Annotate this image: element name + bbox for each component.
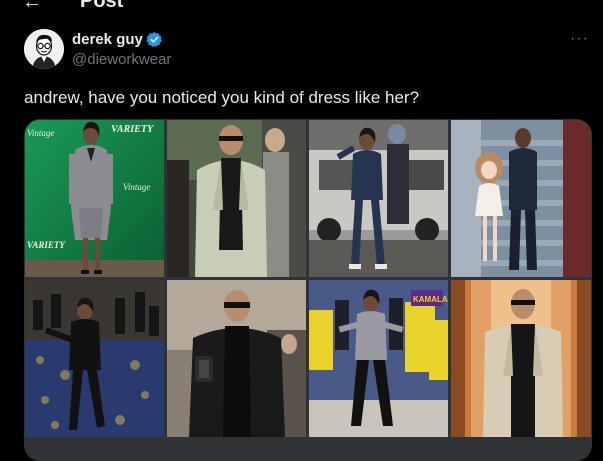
media-image-6[interactable] bbox=[167, 280, 306, 437]
media-grid[interactable]: Vintage VARIETY Vintage VARIETY KAMALA bbox=[24, 119, 592, 461]
page-title: Post bbox=[80, 0, 124, 12]
media-image-4[interactable] bbox=[451, 120, 591, 277]
tile1-text-vintage: Vintage bbox=[27, 128, 54, 138]
verified-badge-icon bbox=[146, 31, 163, 48]
more-options-icon[interactable]: ··· bbox=[570, 30, 589, 48]
media-image-3[interactable] bbox=[309, 120, 448, 277]
media-image-5[interactable] bbox=[25, 280, 164, 437]
back-arrow-icon[interactable]: ← bbox=[22, 0, 42, 14]
media-image-2[interactable] bbox=[167, 120, 306, 277]
tile1-text-variety: VARIETY bbox=[111, 124, 154, 135]
media-image-8[interactable] bbox=[451, 280, 591, 437]
author-handle[interactable]: @dieworkwear bbox=[72, 51, 171, 68]
tweet-text: andrew, have you noticed you kind of dre… bbox=[24, 88, 420, 107]
top-bar: ← Post bbox=[0, 0, 603, 14]
avatar[interactable] bbox=[24, 29, 64, 69]
tile1-text-vintage-2: Vintage bbox=[123, 182, 150, 192]
tile7-sign-text: KAMALA bbox=[413, 295, 448, 304]
tile1-text-variety-2: VARIETY bbox=[27, 240, 66, 250]
author-name[interactable]: derek guy bbox=[72, 31, 143, 48]
media-image-7[interactable]: KAMALA bbox=[309, 280, 448, 437]
media-image-1[interactable]: Vintage VARIETY Vintage VARIETY bbox=[25, 120, 164, 277]
